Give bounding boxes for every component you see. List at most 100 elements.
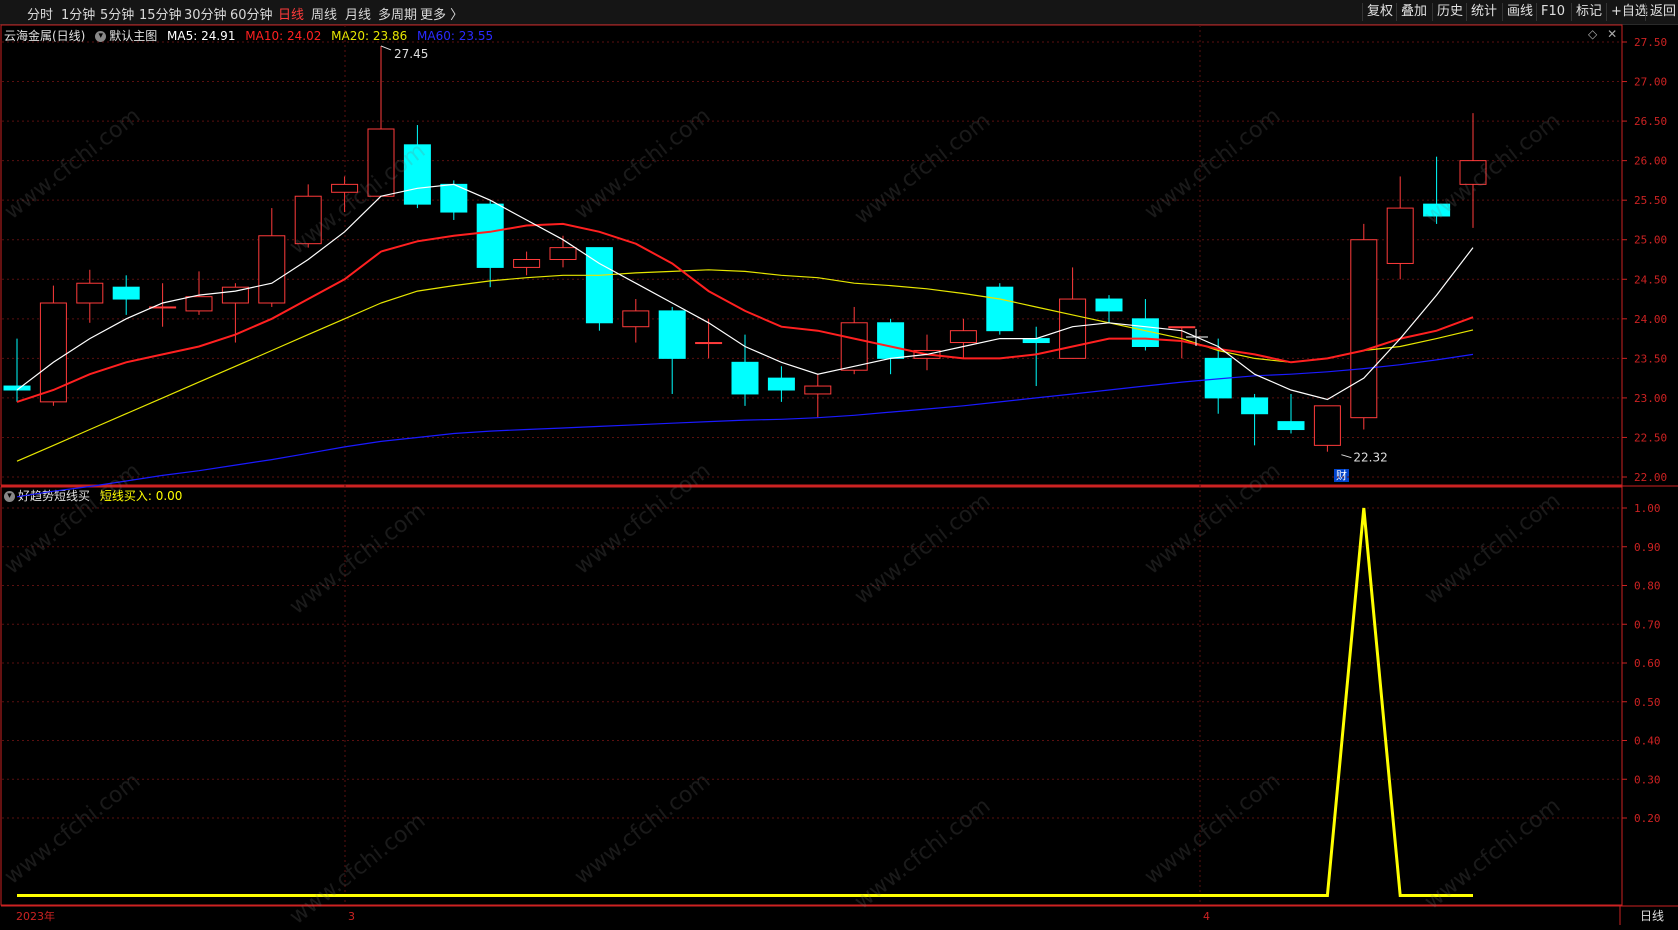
watermark-text: www.cfchi.com — [0, 103, 146, 225]
candle-body — [622, 310, 650, 328]
watermark-text: www.cfchi.com — [850, 488, 996, 610]
indicator-dropdown-icon[interactable]: ▾ — [4, 491, 15, 502]
watermark-text: www.cfchi.com — [1140, 768, 1286, 890]
ma5-line — [16, 183, 1474, 401]
ma60-value: MA60: 23.55 — [417, 29, 494, 43]
candle-body — [476, 203, 504, 268]
candle-body — [840, 322, 868, 371]
candle-body — [1350, 239, 1378, 419]
main-tick-label: 24.50 — [1634, 273, 1667, 286]
sub-tick-label: 0.20 — [1634, 812, 1661, 825]
toolbar-button-4[interactable]: 画线 — [1502, 3, 1537, 21]
diamond-icon[interactable]: ◇ — [1588, 27, 1597, 41]
main-tick-label: 27.50 — [1634, 36, 1667, 49]
candle-body — [39, 302, 67, 403]
low-label: 22.32 — [1353, 451, 1387, 465]
period-tab-6[interactable]: 日线 — [278, 4, 304, 23]
watermark-text: www.cfchi.com — [285, 138, 431, 260]
crosshair-cursor — [1186, 329, 1208, 346]
ma10-value: MA10: 24.02 — [245, 29, 322, 43]
main-tick-label: 23.50 — [1634, 352, 1667, 365]
candle-body — [658, 310, 686, 359]
chart-canvas: 27.50 27.00 26.50 26.00 25.50 25.00 24.50 24.00… — [0, 24, 1678, 925]
candle-body — [549, 247, 577, 261]
main-tick-label: 23.00 — [1634, 392, 1667, 405]
candle-body — [1313, 405, 1341, 446]
period-tab-5[interactable]: 60分钟 — [230, 4, 273, 23]
candle-body — [804, 385, 832, 395]
candle-body — [112, 286, 140, 300]
candle-body — [986, 286, 1014, 332]
period-tab-2[interactable]: 5分钟 — [100, 4, 134, 23]
candle-body — [695, 342, 723, 345]
candle-body — [1204, 357, 1232, 399]
candle-body — [185, 296, 213, 312]
month-4-label: 4 — [1203, 910, 1210, 923]
toolbar-button-8[interactable]: 返回 — [1645, 3, 1678, 21]
toolbar-button-6[interactable]: 标记 — [1571, 3, 1606, 21]
year-label: 2023年 — [16, 909, 55, 923]
main-tick-label: 25.50 — [1634, 194, 1667, 207]
candle-body — [585, 247, 613, 324]
main-tick-label: 22.50 — [1634, 431, 1667, 444]
toolbar-button-2[interactable]: 历史 — [1432, 3, 1467, 21]
candle-body — [221, 286, 249, 304]
main-tick-label: 27.00 — [1634, 76, 1667, 89]
toolbar-button-3[interactable]: 统计 — [1466, 3, 1501, 21]
template-dropdown-icon[interactable]: ▾ — [95, 31, 107, 42]
watermark-text: www.cfchi.com — [1140, 103, 1286, 225]
main-legend: 云海金属(日线) ▾ 默认主图 MA5: 24.91 MA10: 24.02 MA… — [4, 27, 493, 44]
period-tab-4[interactable]: 30分钟 — [184, 4, 227, 23]
watermark-text: www.cfchi.com — [850, 108, 996, 230]
watermark-text: www.cfchi.com — [570, 458, 716, 580]
candle-body — [1168, 326, 1196, 329]
candle-body — [440, 183, 468, 213]
period-tab-7[interactable]: 周线 — [311, 4, 337, 23]
candle-body — [1022, 338, 1050, 344]
period-label: 日线 — [1640, 909, 1664, 923]
close-icon[interactable]: ✕ — [1607, 27, 1617, 41]
ma10-line — [16, 222, 1474, 403]
main-tick-label: 22.00 — [1634, 471, 1667, 484]
ma5-value: MA5: 24.91 — [167, 29, 236, 43]
toolbar-button-5[interactable]: F10 — [1536, 3, 1569, 21]
main-panel-frame — [0, 24, 1623, 486]
panel-controls: ◇ ✕ — [1588, 27, 1617, 41]
sub-panel-frame — [0, 486, 1623, 906]
watermark-text: www.cfchi.com — [0, 458, 146, 580]
finance-badge[interactable]: 财 — [1334, 469, 1349, 482]
period-toolbar: 分时 1分钟 5分钟 15分钟 30分钟 60分钟 日线 周线 月线 多周期 更多 〉 复权 叠加 历史统… — [0, 0, 1678, 25]
watermark-text: www.cfchi.com — [0, 768, 146, 890]
period-tab-0[interactable]: 分时 — [27, 4, 53, 23]
toolbar-button-1[interactable]: 叠加 — [1396, 3, 1431, 21]
toolbar-button-0[interactable]: 复权 — [1362, 3, 1397, 21]
watermark-text: www.cfchi.com — [850, 793, 996, 915]
stock-name: 云海金属(日线) — [4, 29, 86, 43]
candle-body — [1131, 318, 1159, 347]
watermark-text: www.cfchi.com — [285, 498, 431, 620]
period-tab-10[interactable]: 更多 〉 — [420, 4, 463, 23]
watermark-text: www.cfchi.com — [1420, 108, 1566, 230]
candle-body — [1386, 207, 1414, 264]
sub-tick-label: 0.50 — [1634, 696, 1661, 709]
candle-body — [767, 377, 795, 391]
candle-body — [258, 235, 286, 304]
candle-body — [1095, 298, 1123, 312]
watermark-text: www.cfchi.com — [1420, 488, 1566, 610]
period-tab-3[interactable]: 15分钟 — [139, 4, 182, 23]
watermark-text: www.cfchi.com — [570, 103, 716, 225]
template-name[interactable]: 默认主图 — [109, 29, 157, 43]
period-tab-1[interactable]: 1分钟 — [61, 4, 95, 23]
period-tab-9[interactable]: 多周期 — [378, 4, 417, 23]
main-tick-label: 26.50 — [1634, 115, 1667, 128]
candle-body — [3, 385, 31, 391]
candle-body — [949, 330, 977, 344]
sub-tick-label: 0.90 — [1634, 541, 1661, 554]
watermark-text: www.cfchi.com — [285, 808, 431, 930]
low-arrow — [1341, 454, 1352, 459]
signal-line — [17, 507, 1473, 897]
candle-body — [877, 322, 905, 359]
period-tab-8[interactable]: 月线 — [345, 4, 371, 23]
candle-body — [1277, 421, 1305, 431]
watermark-text: www.cfchi.com — [1140, 458, 1286, 580]
